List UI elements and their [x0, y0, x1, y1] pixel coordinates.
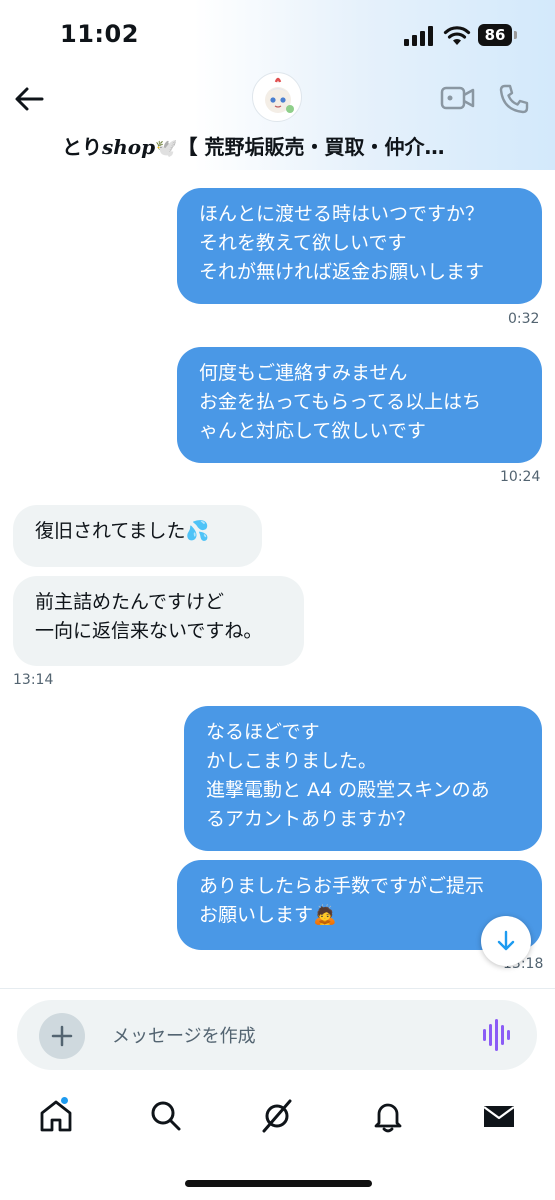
- message-timestamp: 10:24: [500, 469, 541, 485]
- message-timestamp: 0:32: [508, 311, 540, 327]
- add-media-button[interactable]: [39, 1013, 85, 1059]
- message-bubble-sent[interactable]: 何度もご連絡すみません お金を払ってもらってる以上はち ゃんと対応して欲しいです: [177, 347, 542, 463]
- avatar-illustration-icon: [265, 77, 294, 113]
- nav-search[interactable]: [148, 1098, 184, 1134]
- video-call-icon[interactable]: [440, 82, 476, 114]
- chat-title-description: 【 荒野垢販売・買取・仲介…: [177, 135, 445, 159]
- message-bubble-sent[interactable]: ほんとに渡せる時はいつですか？ それを教えて欲しいです それが無ければ返金お願い…: [177, 188, 542, 304]
- nav-grok[interactable]: [259, 1098, 295, 1134]
- messages-icon: [483, 1106, 515, 1127]
- notifications-icon: [374, 1103, 402, 1133]
- home-indicator[interactable]: [185, 1180, 372, 1187]
- message-bubble-received[interactable]: 前主詰めたんですけど 一向に返信来ないですね。: [13, 576, 304, 666]
- home-icon: [40, 1100, 72, 1132]
- voice-message-icon[interactable]: [482, 1018, 512, 1052]
- battery-indicator: 86: [478, 24, 518, 46]
- message-bubble-received[interactable]: 復旧されてました💦: [13, 505, 262, 567]
- bottom-navigation: [0, 1088, 555, 1148]
- nav-home[interactable]: [38, 1096, 74, 1134]
- nav-messages[interactable]: [481, 1098, 517, 1134]
- nav-notifications[interactable]: [370, 1098, 406, 1134]
- back-arrow-icon[interactable]: [12, 82, 46, 116]
- dove-emoji: 🕊️: [155, 138, 178, 159]
- phone-call-icon[interactable]: [497, 82, 531, 116]
- message-composer[interactable]: メッセージを作成: [17, 1000, 537, 1070]
- chat-title-shop: shop: [102, 135, 156, 159]
- contact-avatar[interactable]: [252, 72, 302, 122]
- wifi-icon: [443, 26, 471, 45]
- arrow-down-icon: [497, 930, 515, 951]
- search-icon: [151, 1101, 181, 1131]
- battery-tip: [514, 31, 517, 39]
- grok-icon: [262, 1099, 292, 1133]
- plus-icon: [51, 1025, 73, 1047]
- notification-dot: [60, 1096, 69, 1105]
- status-bar: 11:02 86: [0, 0, 555, 70]
- status-time: 11:02: [60, 20, 139, 48]
- chat-title[interactable]: とりshop🕊️【 荒野垢販売・買取・仲介…: [62, 131, 502, 160]
- cellular-signal-icon: [404, 26, 433, 46]
- battery-level: 86: [478, 24, 512, 46]
- message-timestamp: 13:14: [13, 672, 54, 688]
- composer-divider: [0, 988, 555, 989]
- chat-title-name: とり: [62, 135, 102, 159]
- scroll-to-bottom-button[interactable]: [481, 916, 531, 966]
- message-bubble-sent[interactable]: なるほどです かしこまりました。 進撃電動と A4 の殿堂スキンのあ るアカント…: [184, 706, 542, 851]
- message-input[interactable]: メッセージを作成: [112, 1022, 256, 1048]
